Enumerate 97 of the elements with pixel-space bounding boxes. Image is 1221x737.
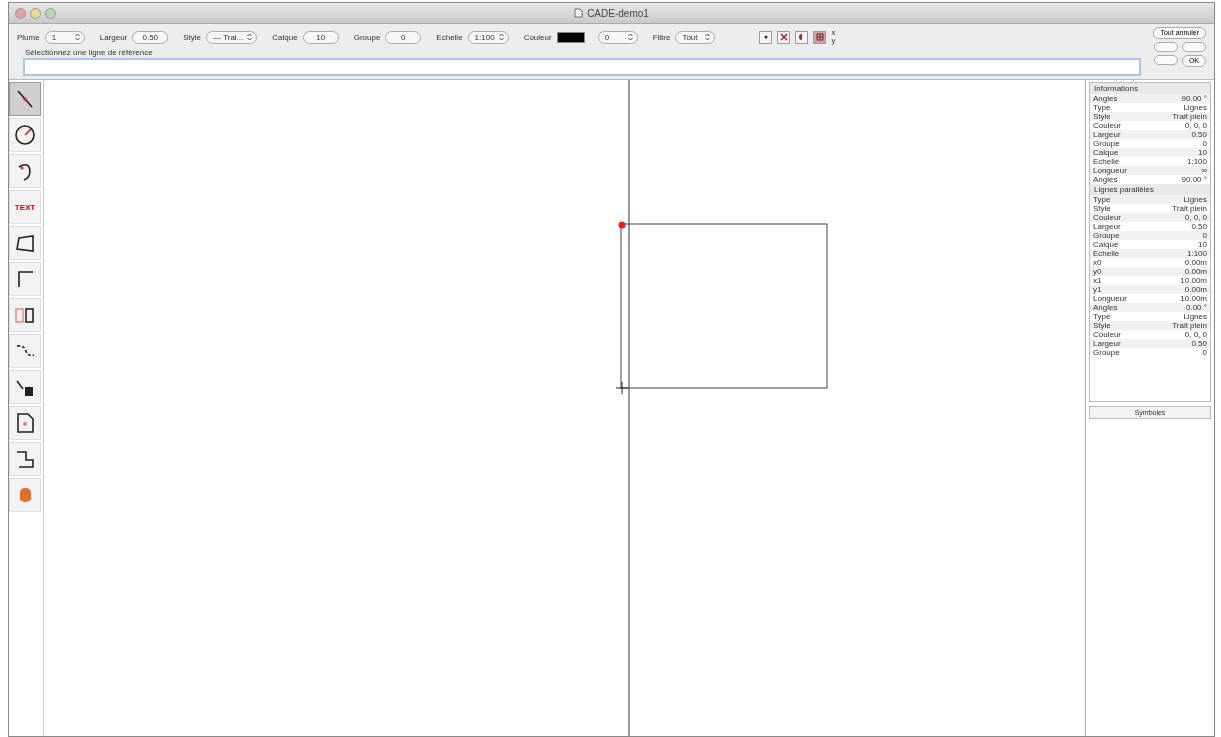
- snap-button[interactable]: [759, 30, 773, 44]
- stepper-icon: [247, 33, 253, 41]
- dropdown[interactable]: 1: [44, 30, 85, 44]
- property-value: 0, 0, 0: [1184, 213, 1207, 222]
- grid-icon: [815, 33, 824, 41]
- property-value: 0: [1202, 231, 1207, 240]
- crosshair-cursor: [615, 381, 629, 395]
- field-label: Echelle: [436, 32, 463, 42]
- property-value: 0.00 °: [1186, 303, 1207, 312]
- property-value: 0, 0, 0: [1184, 121, 1207, 130]
- stepper-icon: [627, 33, 633, 41]
- property-value: Lignes: [1183, 195, 1207, 204]
- dropdown[interactable]: 0: [597, 30, 638, 44]
- property-label: Calque: [1093, 148, 1119, 157]
- property-label: Couleur: [1093, 121, 1121, 130]
- value-field[interactable]: 10: [302, 30, 339, 44]
- page-icon: [14, 411, 36, 435]
- property-value: 10: [1198, 148, 1207, 157]
- value-field[interactable]: 0.50: [132, 30, 169, 44]
- property-label: Angles: [1093, 94, 1118, 103]
- field-label: Style: [183, 32, 202, 42]
- property-value: Trait plein: [1172, 204, 1207, 213]
- property-label: Longueur: [1093, 294, 1127, 303]
- property-value: 90.00 °: [1181, 175, 1207, 184]
- property-value: 0, 0, 0: [1184, 330, 1207, 339]
- stepper-icon: [498, 33, 504, 41]
- property-label: y1: [1093, 285, 1102, 294]
- value-field[interactable]: 0: [385, 30, 422, 44]
- property-label: Couleur: [1093, 213, 1121, 222]
- property-label: Longueur: [1093, 166, 1127, 175]
- dropdown[interactable]: 1:100: [467, 30, 509, 44]
- circle-icon: [14, 123, 36, 147]
- property-label: Type: [1093, 312, 1111, 321]
- window-title: CADE-demo1: [587, 7, 649, 19]
- property-value: 0.50: [1191, 222, 1207, 231]
- property-label: Groupe: [1093, 231, 1120, 240]
- property-value: 90.00 °: [1181, 94, 1207, 103]
- axis-label: y: [831, 37, 836, 45]
- property-label: Largeur: [1093, 339, 1121, 348]
- vertex-point: [618, 221, 626, 229]
- snap-button[interactable]: [777, 30, 791, 44]
- property-label: Couleur: [1093, 330, 1121, 339]
- field-label: Groupe: [353, 32, 381, 42]
- property-value: ∞: [1201, 166, 1207, 175]
- field-label: Largeur: [99, 32, 128, 42]
- field-label: Calque: [272, 32, 298, 42]
- document-icon: [574, 8, 584, 18]
- prompt-label: Sélectionnez une ligne de référence: [24, 48, 154, 57]
- property-label: x0: [1093, 258, 1102, 267]
- property-value: 0.00m: [1184, 285, 1207, 294]
- property-label: Largeur: [1093, 222, 1121, 231]
- section-title: Lignes parallèles: [1090, 184, 1210, 195]
- text-tool-button[interactable]: TEXT: [9, 190, 41, 224]
- property-value: 10.00m: [1180, 276, 1207, 285]
- property-label: Style: [1093, 112, 1111, 121]
- property-value: 1:100: [1186, 157, 1207, 166]
- property-value: Lignes: [1183, 103, 1207, 112]
- property-value: 0.50: [1191, 339, 1207, 348]
- snap-button[interactable]: [795, 30, 809, 44]
- property-label: Type: [1093, 195, 1111, 204]
- color-swatch[interactable]: [556, 31, 585, 43]
- property-label: x1: [1093, 276, 1102, 285]
- property-label: y0: [1093, 267, 1102, 276]
- axis-label: x: [831, 29, 836, 37]
- property-label: Groupe: [1093, 348, 1120, 357]
- property-value: Trait plein: [1172, 321, 1207, 330]
- property-label: Groupe: [1093, 139, 1120, 148]
- property-value: Trait plein: [1172, 112, 1207, 121]
- property-label: Largeur: [1093, 130, 1121, 139]
- field-label: Couleur: [523, 32, 552, 42]
- property-value: 10.00m: [1180, 294, 1207, 303]
- property-value: Lignes: [1183, 312, 1207, 321]
- property-label: Style: [1093, 204, 1111, 213]
- dropdown[interactable]: Tout: [675, 30, 716, 44]
- field-label: Plume: [17, 32, 40, 42]
- property-label: Echelle: [1093, 249, 1120, 258]
- property-label: Type: [1093, 103, 1111, 112]
- cross-icon: [779, 33, 788, 41]
- property-value: 0: [1202, 348, 1207, 357]
- snap-button[interactable]: [813, 30, 827, 44]
- property-value: 0.50: [1191, 130, 1207, 139]
- property-label: Calque: [1093, 240, 1119, 249]
- property-label: Angles: [1093, 303, 1118, 312]
- property-value: 0: [1202, 139, 1207, 148]
- command-input[interactable]: [23, 58, 1141, 76]
- property-value: 10: [1198, 240, 1207, 249]
- stepper-icon: [74, 33, 80, 41]
- property-label: Style: [1093, 321, 1111, 330]
- section-title: Informations: [1090, 83, 1210, 94]
- property-value: 0.00m: [1184, 267, 1207, 276]
- stepper-icon: [705, 33, 711, 41]
- property-value: 1:100: [1186, 249, 1207, 258]
- dropdown[interactable]: — Trai...: [206, 30, 258, 44]
- property-value: 0.00m: [1184, 258, 1207, 267]
- field-label: Filtre: [652, 32, 671, 42]
- property-label: Echelle: [1093, 157, 1120, 166]
- property-label: Angles: [1093, 175, 1118, 184]
